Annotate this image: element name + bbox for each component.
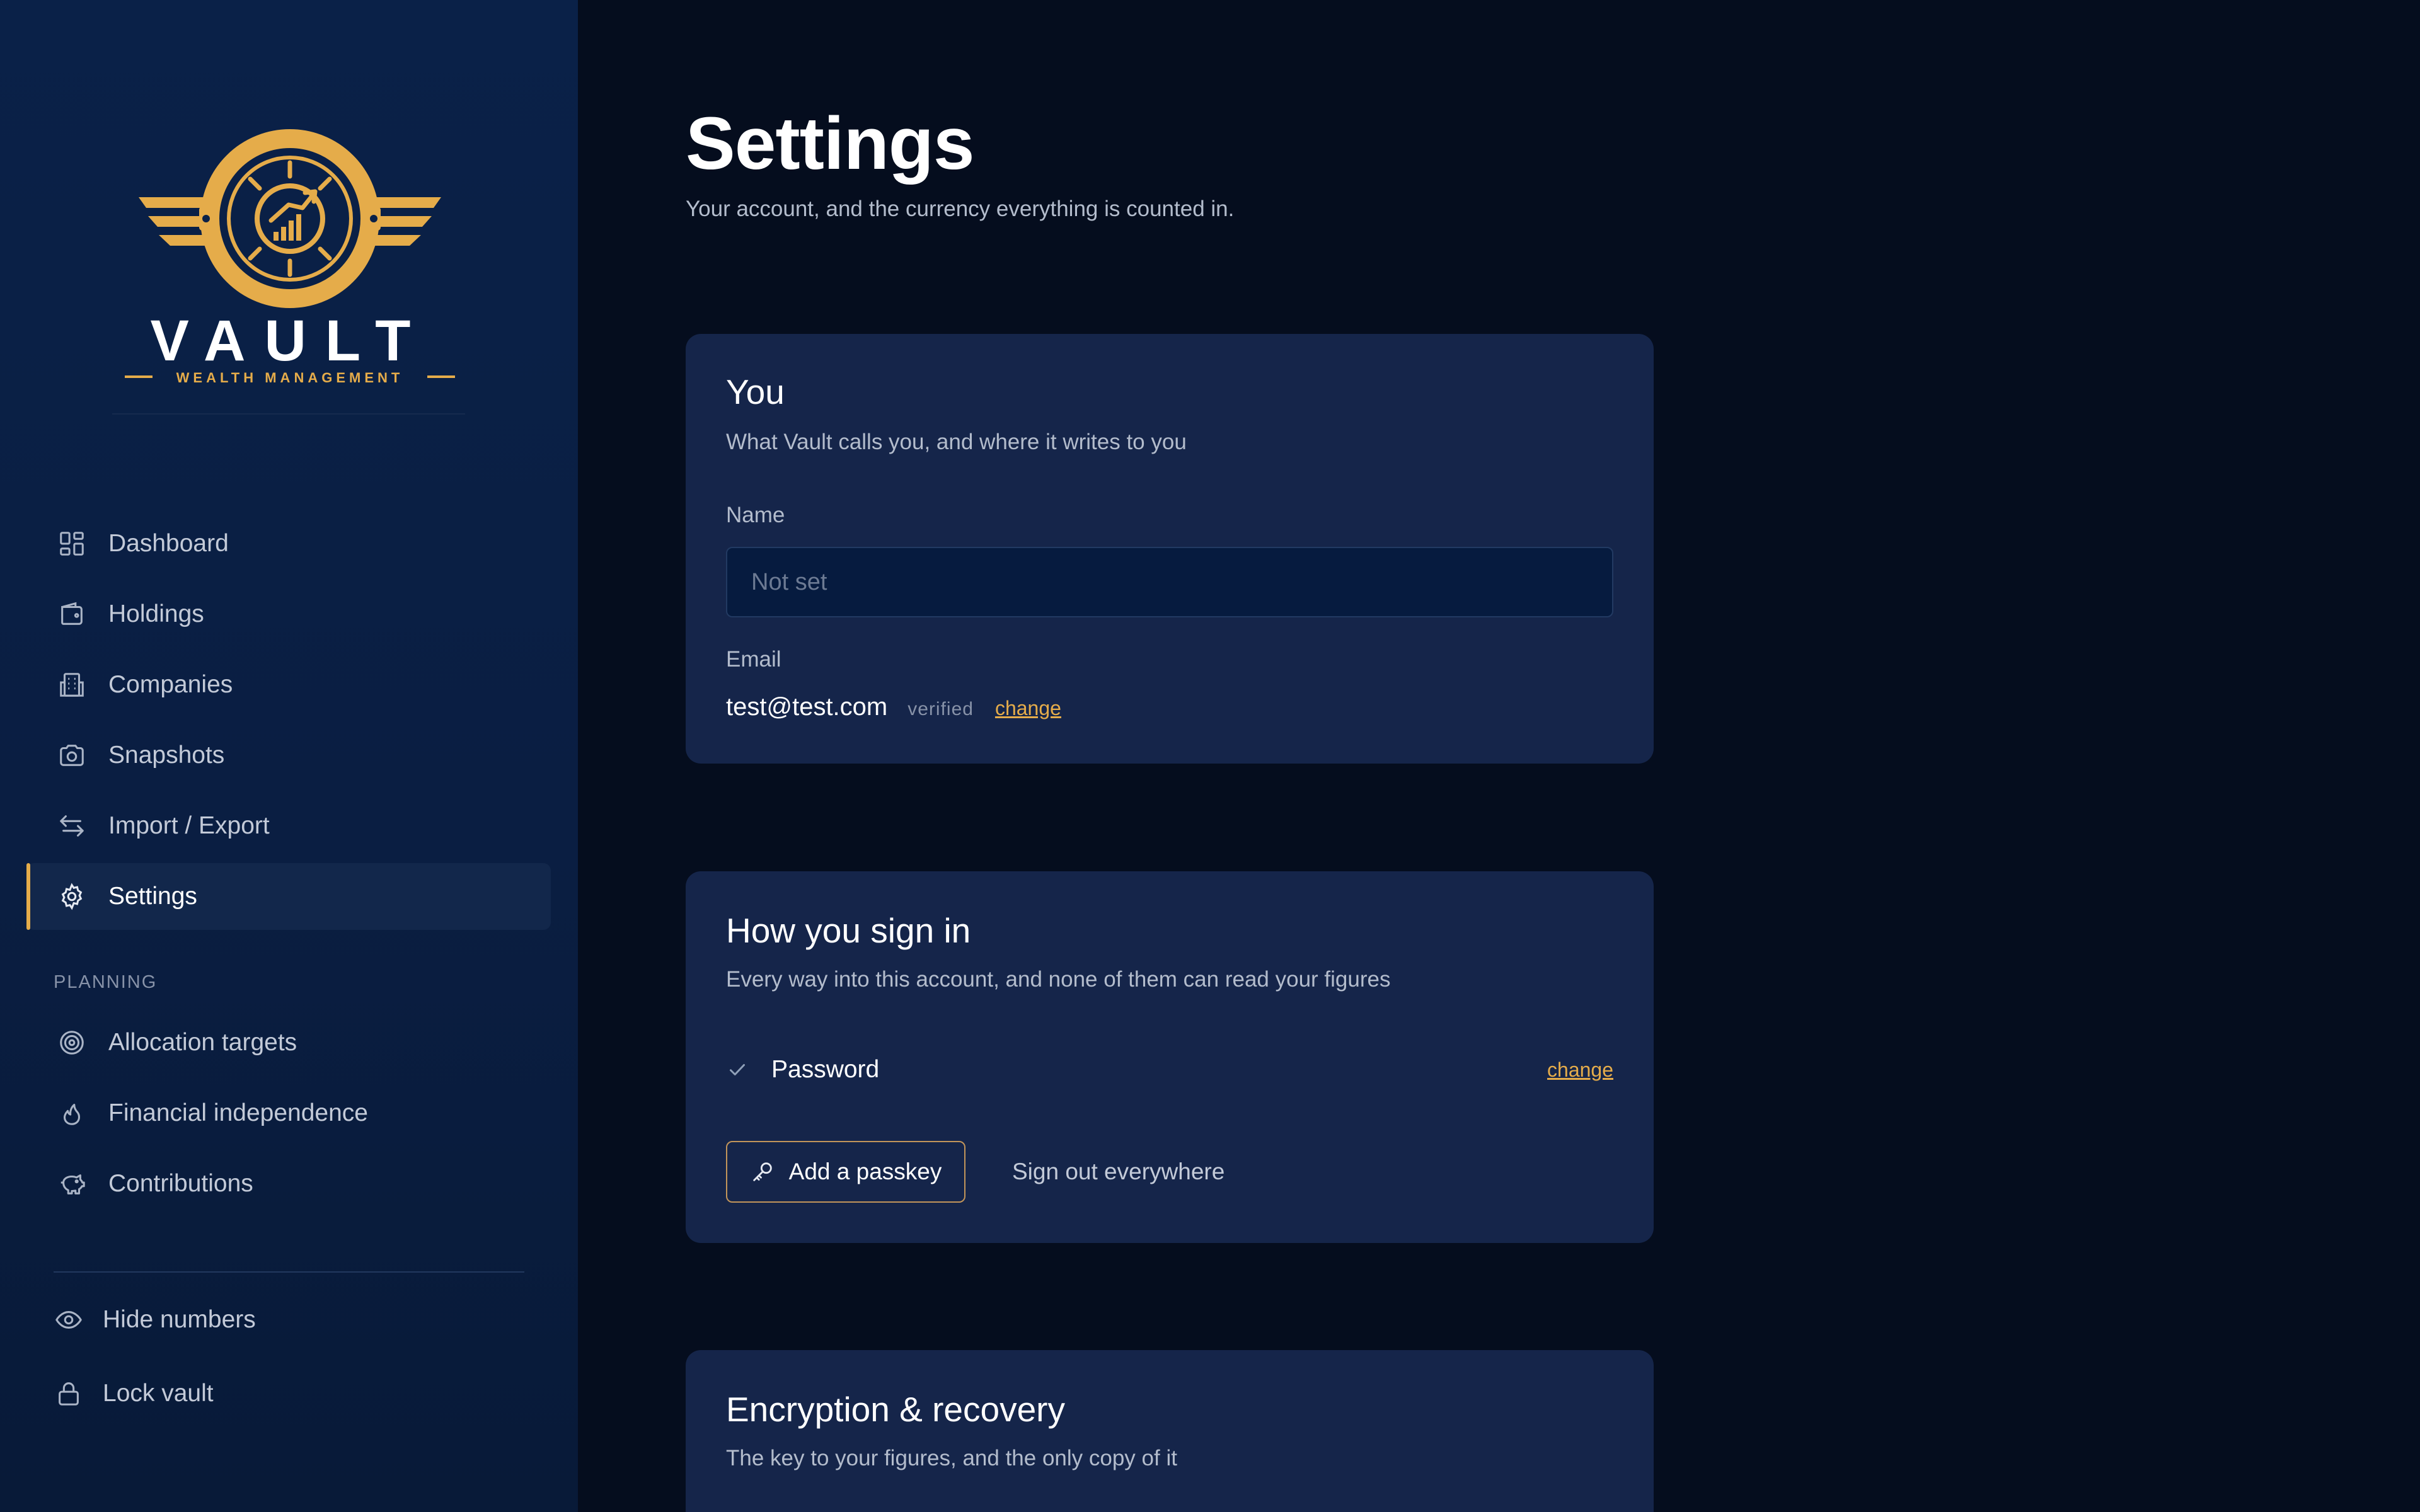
hide-numbers-button[interactable]: Hide numbers	[54, 1295, 256, 1345]
planning-section-label: PLANNING	[54, 972, 158, 992]
svg-text:WEALTH MANAGEMENT: WEALTH MANAGEMENT	[176, 370, 404, 386]
add-passkey-button[interactable]: Add a passkey	[726, 1141, 965, 1203]
sidebar-item-allocation-targets[interactable]: Allocation targets	[26, 1009, 551, 1076]
wallet-icon	[57, 599, 87, 629]
sidebar-item-label: Snapshots	[108, 742, 225, 769]
card-title: You	[726, 372, 785, 411]
svg-text:VAULT: VAULT	[151, 309, 430, 373]
sidebar-item-contributions[interactable]: Contributions	[26, 1150, 551, 1217]
sidebar-divider	[54, 1271, 524, 1273]
encryption-card: Encryption & recovery The key to your fi…	[686, 1350, 1654, 1512]
sidebar-item-financial-independence[interactable]: Financial independence	[26, 1080, 551, 1147]
card-title: How you sign in	[726, 911, 971, 950]
email-label: Email	[726, 647, 781, 672]
sidebar: VAULT WEALTH MANAGEMENT Dashboard Holdin…	[0, 0, 578, 1512]
sidebar-item-label: Settings	[108, 883, 197, 910]
card-subtitle: The key to your figures, and the only co…	[726, 1446, 1177, 1470]
eye-icon	[54, 1305, 84, 1335]
key-icon	[750, 1159, 775, 1184]
lock-vault-label: Lock vault	[103, 1380, 214, 1407]
password-row: Password change	[726, 1051, 1613, 1089]
page-subtitle: Your account, and the currency everythin…	[686, 197, 1235, 221]
sidebar-item-label: Import / Export	[108, 812, 270, 839]
piggy-bank-icon	[57, 1169, 87, 1199]
sidebar-item-label: Dashboard	[108, 530, 229, 557]
dashboard-grid-icon	[57, 529, 87, 559]
check-icon	[726, 1057, 751, 1082]
page-title: Settings	[686, 102, 974, 185]
building-icon	[57, 670, 87, 700]
vault-logo: VAULT WEALTH MANAGEMENT	[120, 126, 460, 416]
change-password-link[interactable]: change	[1547, 1058, 1613, 1082]
sidebar-item-snapshots[interactable]: Snapshots	[26, 722, 551, 789]
target-icon	[57, 1028, 87, 1058]
gear-icon	[57, 881, 87, 912]
sidebar-item-label: Contributions	[108, 1170, 253, 1197]
change-email-link[interactable]: change	[995, 697, 1061, 720]
add-passkey-label: Add a passkey	[788, 1159, 942, 1184]
hide-numbers-label: Hide numbers	[103, 1306, 256, 1333]
sidebar-item-dashboard[interactable]: Dashboard	[26, 510, 551, 577]
app-root: VAULT WEALTH MANAGEMENT Dashboard Holdin…	[0, 0, 2420, 1512]
logo-divider	[112, 413, 465, 415]
camera-icon	[57, 740, 87, 770]
card-title: Encryption & recovery	[726, 1390, 1065, 1429]
arrows-swap-icon	[57, 811, 87, 841]
you-card: You What Vault calls you, and where it w…	[686, 334, 1654, 764]
verified-badge: verified	[908, 699, 974, 719]
lock-vault-button[interactable]: Lock vault	[54, 1368, 214, 1419]
name-label: Name	[726, 503, 785, 527]
name-input[interactable]	[726, 547, 1613, 617]
sidebar-item-holdings[interactable]: Holdings	[26, 581, 551, 648]
sidebar-item-label: Financial independence	[108, 1099, 368, 1126]
sidebar-item-label: Holdings	[108, 600, 204, 627]
lock-icon	[54, 1378, 84, 1409]
sidebar-item-label: Allocation targets	[108, 1029, 297, 1056]
sidebar-item-label: Companies	[108, 671, 233, 698]
card-subtitle: Every way into this account, and none of…	[726, 967, 1391, 992]
sidebar-item-import-export[interactable]: Import / Export	[26, 793, 551, 859]
flame-icon	[57, 1098, 87, 1128]
card-subtitle: What Vault calls you, and where it write…	[726, 430, 1187, 454]
sign-out-everywhere-button[interactable]: Sign out everywhere	[1012, 1141, 1224, 1203]
email-value: test@test.com	[726, 693, 888, 721]
password-label: Password	[771, 1056, 880, 1083]
sign-in-card: How you sign in Every way into this acco…	[686, 871, 1654, 1243]
sidebar-item-companies[interactable]: Companies	[26, 651, 551, 718]
email-row: test@test.com verified change	[726, 693, 1061, 721]
sidebar-item-settings[interactable]: Settings	[26, 863, 551, 930]
